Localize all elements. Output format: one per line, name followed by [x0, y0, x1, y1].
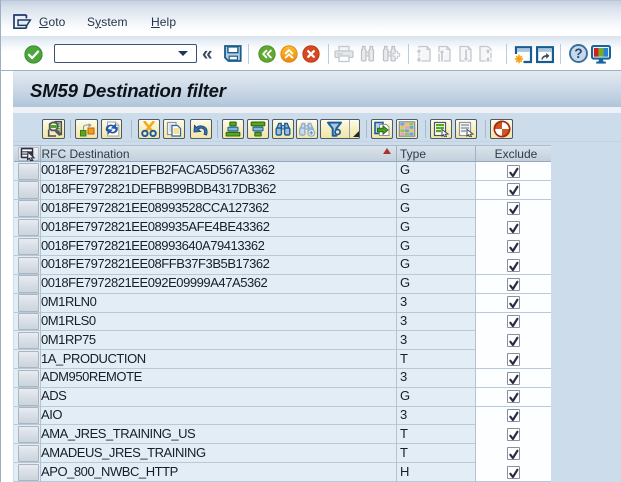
svg-text:?: ?	[574, 46, 582, 61]
